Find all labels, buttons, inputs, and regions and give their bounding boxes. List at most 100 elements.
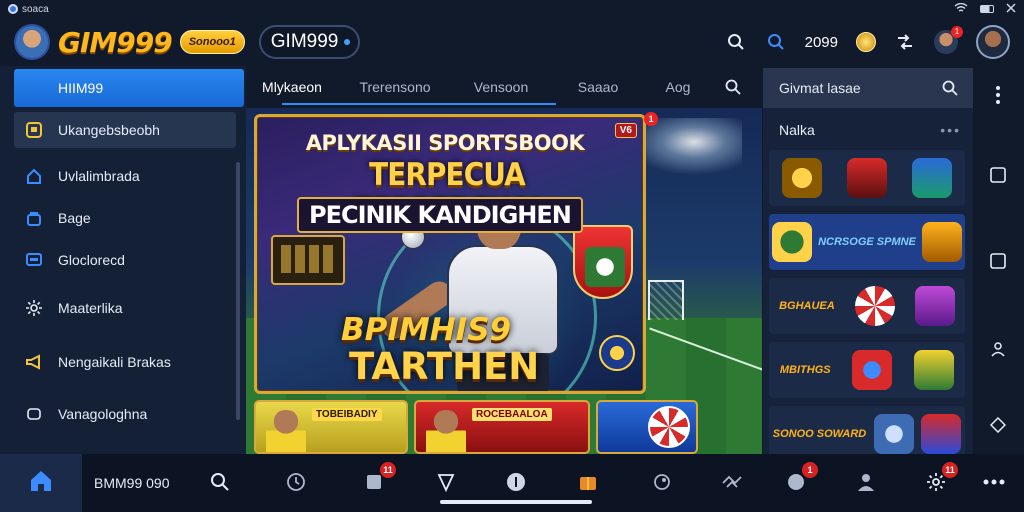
betslip-icon[interactable]: 11 xyxy=(360,462,396,496)
game-logo-icon xyxy=(914,286,955,326)
chat-badge: 1 xyxy=(802,462,818,478)
info-icon[interactable] xyxy=(502,468,530,496)
coin-icon[interactable] xyxy=(856,32,876,52)
screen-icon xyxy=(24,250,44,270)
hero-title-line3: PECINIK KANDIGHEN xyxy=(297,197,583,233)
wallet-icon xyxy=(24,120,44,140)
game-row-1[interactable] xyxy=(769,150,965,206)
promo-card-3[interactable] xyxy=(596,400,698,454)
game-row-text: NCRSOGE SPMNE xyxy=(818,236,916,248)
sidebar-item-5[interactable]: Maaterlika xyxy=(14,290,236,326)
app-logo[interactable]: GIM999 xyxy=(58,26,173,59)
sidebar-item-1[interactable]: Ukangebsbeobh xyxy=(14,112,236,148)
poker-chip-icon xyxy=(648,406,690,448)
promo-card-2[interactable]: ROCEBAALOA xyxy=(414,400,590,454)
tab-bar: Mlykaeon Trerensono Vensoon Saaao Aog xyxy=(246,66,762,108)
game-row-text: BGHAUEA xyxy=(779,300,835,312)
brand-pill-button[interactable]: GIM999 xyxy=(258,25,361,59)
tab-2[interactable]: Trerensono xyxy=(338,66,452,108)
panel-search-text: Givmat lasae xyxy=(779,80,861,96)
trophy-icon xyxy=(873,414,914,454)
hero-title-line1: APLYKASII SPORTSBOOK xyxy=(305,131,585,155)
main-content: APLYKASII SPORTSBOOK TERPECUA TERPERCUAI… xyxy=(246,108,762,454)
sidebar-item-label: Uvlalimbrada xyxy=(58,168,140,184)
sidebar-scrollbar[interactable] xyxy=(236,162,240,420)
panel-search-bar[interactable]: Givmat lasae xyxy=(763,68,973,108)
sidebar-item-7[interactable]: Vanagologhna xyxy=(14,396,236,432)
sidebar-item-2[interactable]: Uvlalimbrada xyxy=(14,158,236,194)
tab-3[interactable]: Vensoon xyxy=(452,66,550,108)
poker-chip-icon xyxy=(854,286,895,326)
tab-5[interactable]: Aog xyxy=(646,66,710,108)
tab-search-icon[interactable] xyxy=(722,76,744,98)
promo-card-1[interactable]: TOBEIBADIY xyxy=(254,400,408,454)
tab-4[interactable]: Saaao xyxy=(550,66,646,108)
notification-badge: 1 xyxy=(951,26,963,38)
game-row-4[interactable]: MBITHGS xyxy=(769,342,965,398)
promo-card-label: TOBEIBADIY xyxy=(312,408,382,421)
game-row-2[interactable]: NCRSOGE SPMNE xyxy=(769,214,965,270)
notification-avatar[interactable]: 1 xyxy=(934,26,963,54)
balance-amount: 2099 xyxy=(804,33,838,51)
search-blue-icon[interactable] xyxy=(765,31,787,53)
club-badge-icon xyxy=(772,222,813,262)
profile-avatar[interactable] xyxy=(14,24,50,60)
carrier-label: soaca xyxy=(22,3,49,15)
goal-net xyxy=(648,280,684,320)
chat-bubble-icon[interactable]: 1 xyxy=(782,462,818,496)
sidebar-item-3[interactable]: Bage xyxy=(14,200,236,236)
top-header: GIM999 Sonooo1 GIM999 2099 1 xyxy=(0,18,1024,66)
square-outline-icon[interactable] xyxy=(987,250,1009,272)
square-icon[interactable] xyxy=(987,164,1009,186)
right-rail xyxy=(973,68,1024,454)
megaphone-icon xyxy=(24,352,44,372)
bottom-search-icon[interactable] xyxy=(206,468,234,496)
home-button[interactable] xyxy=(0,454,82,512)
sidebar: HIIM99 Ukangebsbeobh Uvlalimbrada Bage G… xyxy=(0,66,246,454)
carrier-icon xyxy=(8,4,18,14)
game-logo-icon xyxy=(846,158,887,198)
user-avatar[interactable] xyxy=(976,25,1010,59)
shield-nav-icon[interactable] xyxy=(432,468,460,496)
tag-icon[interactable] xyxy=(987,414,1009,436)
pin-icon[interactable] xyxy=(648,468,676,496)
more-icon[interactable] xyxy=(980,468,1008,496)
home-icon xyxy=(29,470,53,497)
bag-icon xyxy=(24,208,44,228)
sidebar-top-button[interactable]: HIIM99 xyxy=(14,69,244,107)
right-panel: Givmat lasae Nalka ••• NCRSOGE SPMNE BGH… xyxy=(763,68,973,462)
sidebar-item-label: Maaterlika xyxy=(58,300,123,316)
hero-big-line2: TARTHEN xyxy=(349,345,540,388)
search-icon[interactable] xyxy=(725,31,747,53)
bottom-bar-label: BMM99 090 xyxy=(94,475,170,491)
status-dot-icon xyxy=(344,39,351,45)
user-icon[interactable] xyxy=(852,468,880,496)
kebab-menu-icon[interactable] xyxy=(987,84,1009,106)
close-icon[interactable] xyxy=(1006,2,1016,16)
sidebar-item-label: Gloclorecd xyxy=(58,252,125,268)
more-options-icon[interactable]: ••• xyxy=(940,122,961,138)
transfer-icon[interactable] xyxy=(894,31,916,53)
hero-banner[interactable]: APLYKASII SPORTSBOOK TERPECUA TERPERCUAI… xyxy=(254,114,646,394)
search-icon[interactable] xyxy=(939,77,961,99)
handshake-icon[interactable] xyxy=(718,468,746,496)
people-icon[interactable] xyxy=(987,338,1009,360)
settings-icon[interactable]: 11 xyxy=(922,462,958,496)
gear-icon xyxy=(24,298,44,318)
player-thumb xyxy=(426,410,466,452)
shield-icon xyxy=(921,222,962,262)
tab-1[interactable]: Mlykaeon xyxy=(246,66,338,108)
sidebar-item-label: Bage xyxy=(58,210,91,226)
sidebar-item-6[interactable]: Nengaikali Brakas xyxy=(14,344,236,380)
team-badge-icon xyxy=(852,350,893,390)
timer-icon[interactable] xyxy=(282,468,310,496)
game-row-3[interactable]: BGHAUEA xyxy=(769,278,965,334)
player-thumb xyxy=(266,410,306,452)
gift-icon[interactable] xyxy=(574,468,602,496)
promo-badge[interactable]: Sonooo1 xyxy=(179,30,245,54)
sidebar-item-4[interactable]: Gloclorecd xyxy=(14,242,236,278)
home-indicator[interactable] xyxy=(440,500,592,504)
battery-icon xyxy=(980,5,994,13)
player-card-icon xyxy=(912,158,953,198)
sidebar-item-label: Nengaikali Brakas xyxy=(58,354,171,370)
